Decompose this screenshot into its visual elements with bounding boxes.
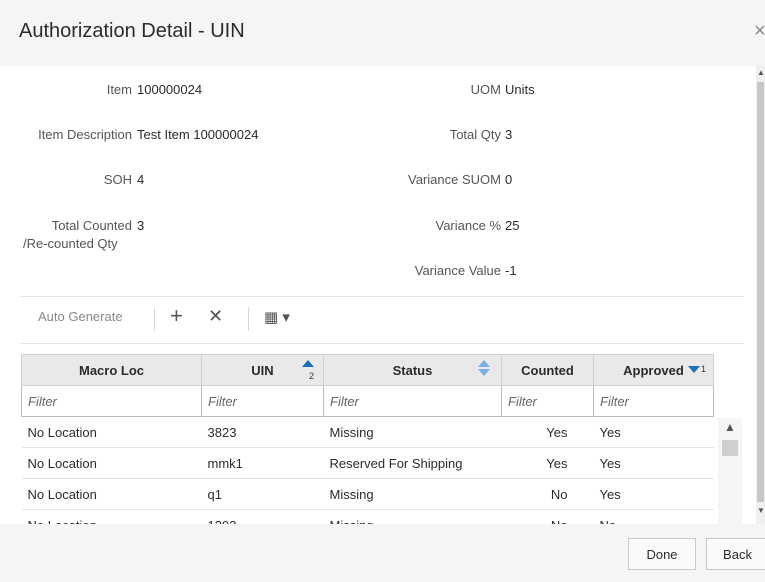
variance-pct-value: 25 (505, 218, 520, 233)
sort-order-badge: 1 (701, 364, 707, 374)
filter-counted-input[interactable]: Filter (501, 385, 594, 417)
col-header-macro-loc[interactable]: Macro Loc (21, 354, 202, 386)
col-header-approved[interactable]: Approved 1 (593, 354, 714, 386)
col-header-label: Status (392, 362, 433, 378)
done-button[interactable]: Done (628, 538, 696, 570)
cell-macro-loc: No Location (21, 447, 202, 479)
cell-counted: Yes (501, 447, 594, 479)
auto-generate-button[interactable]: Auto Generate (38, 309, 123, 324)
cell-approved: Yes (593, 447, 714, 479)
cell-status: Missing (323, 478, 502, 510)
cell-uin: q1 (201, 478, 324, 510)
remove-icon[interactable]: ✕ (208, 306, 223, 327)
item-description-label: Item Description (38, 127, 132, 142)
filter-status-input[interactable]: Filter (323, 385, 502, 417)
table-row[interactable]: No Location 3823 Missing Yes Yes (21, 416, 714, 448)
add-icon[interactable]: + (170, 303, 183, 329)
close-icon[interactable]: × (754, 20, 765, 43)
col-header-label: Approved (623, 362, 684, 378)
sort-descending-icon (688, 366, 700, 373)
filter-approved-input[interactable]: Filter (593, 385, 714, 417)
sort-order-badge: 2 (309, 371, 315, 381)
sort-down-icon (478, 369, 490, 376)
col-header-label: UIN (251, 362, 274, 378)
scroll-thumb[interactable] (757, 82, 764, 502)
filter-row: Filter Filter Filter Filter Filter (21, 385, 714, 417)
grid-toolbar: Auto Generate + ✕ ▦ ▾ (20, 296, 744, 344)
cell-counted: No (501, 478, 594, 510)
dialog-header: Authorization Detail - UIN × (0, 0, 765, 66)
col-header-status[interactable]: Status (323, 354, 502, 386)
sort-up-icon (478, 360, 490, 367)
toolbar-separator (248, 307, 249, 331)
scroll-up-icon[interactable]: ▲ (757, 68, 765, 77)
cell-counted: Yes (501, 416, 594, 448)
cell-macro-loc: No Location (21, 416, 202, 448)
cell-macro-loc: No Location (21, 478, 202, 510)
item-value: 100000024 (137, 82, 203, 97)
uom-value: Units (505, 82, 535, 97)
variance-suom-label: Variance SUOM (408, 172, 501, 187)
table-header-row: Macro Loc UIN 2 Status Counted Approved … (21, 354, 714, 386)
table-row[interactable]: No Location mmk1 Reserved For Shipping Y… (21, 447, 714, 479)
variance-value-value: -1 (505, 263, 517, 278)
dialog-title: Authorization Detail - UIN (19, 20, 245, 42)
col-header-label: Counted (521, 362, 574, 378)
cell-status: Reserved For Shipping (323, 447, 502, 479)
authorization-detail-dialog: Authorization Detail - UIN × Item 100000… (0, 0, 765, 582)
total-qty-value: 3 (505, 127, 513, 142)
col-header-uin[interactable]: UIN 2 (201, 354, 324, 386)
cell-approved: Yes (593, 478, 714, 510)
item-label: Item (106, 82, 132, 97)
dialog-footer: Done Back (0, 524, 765, 582)
cell-approved: Yes (593, 416, 714, 448)
table-scrollbar[interactable]: ▲ (718, 418, 742, 524)
scroll-thumb[interactable] (722, 440, 738, 456)
total-qty-label: Total Qty (449, 127, 501, 142)
item-description-value: Test Item 100000024 (137, 127, 259, 142)
cell-uin: 3823 (201, 416, 324, 448)
variance-pct-label: Variance % (435, 218, 501, 233)
col-header-counted[interactable]: Counted (501, 354, 594, 386)
soh-value: 4 (137, 172, 145, 187)
recounted-qty-label: /Re-counted Qty (23, 236, 118, 251)
toolbar-separator (154, 307, 155, 331)
sort-ascending-icon (302, 360, 314, 367)
back-button[interactable]: Back (706, 538, 765, 570)
col-header-label: Macro Loc (78, 362, 144, 378)
uom-label: UOM (470, 82, 501, 97)
dialog-scrollbar[interactable]: ▲ ▼ (756, 66, 765, 524)
filter-uin-input[interactable]: Filter (201, 385, 324, 417)
grid-menu-icon[interactable]: ▦ ▾ (264, 308, 290, 326)
scroll-up-icon[interactable]: ▲ (724, 420, 736, 434)
total-counted-value: 3 (137, 218, 145, 233)
table-row[interactable]: No Location q1 Missing No Yes (21, 478, 714, 510)
variance-suom-value: 0 (505, 172, 513, 187)
uin-table: Macro Loc UIN 2 Status Counted Approved … (21, 354, 714, 541)
cell-uin: mmk1 (201, 447, 324, 479)
soh-label: SOH (103, 172, 132, 187)
scroll-down-icon[interactable]: ▼ (757, 506, 765, 515)
cell-status: Missing (323, 416, 502, 448)
variance-value-label: Variance Value (414, 263, 501, 278)
total-counted-label: Total Counted (51, 218, 132, 233)
filter-macro-loc-input[interactable]: Filter (21, 385, 202, 417)
